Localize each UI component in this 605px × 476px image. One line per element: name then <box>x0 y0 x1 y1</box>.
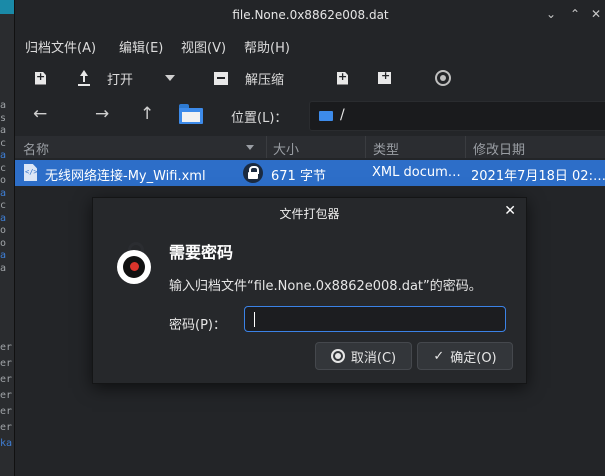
xml-file-icon: </> <box>24 164 37 181</box>
sort-descending-icon[interactable] <box>246 145 254 150</box>
dialog-title: 文件打包器 <box>279 207 340 221</box>
cancel-icon <box>330 349 345 363</box>
column-modified[interactable]: 修改日期 <box>473 139 525 158</box>
menu-view[interactable]: 视图(V) <box>181 37 226 56</box>
window-title: file.None.0x8862e008.dat <box>232 8 389 22</box>
file-size: 671 字节 <box>271 169 326 184</box>
column-type[interactable]: 类型 <box>373 139 399 158</box>
extract-button[interactable]: 解压缩 <box>214 68 284 88</box>
menu-help[interactable]: 帮助(H) <box>244 37 290 56</box>
location-path: / <box>340 107 345 123</box>
menu-edit[interactable]: 编辑(E) <box>119 37 163 56</box>
dialog-close-icon[interactable]: ✕ <box>504 203 516 219</box>
extract-icon <box>214 71 228 85</box>
navigation-bar: ← → ↑ 位置(L)： / <box>15 98 605 132</box>
file-modified: 2021年7月18日 02:… <box>471 169 605 184</box>
menu-archive[interactable]: 归档文件(A) <box>25 37 96 56</box>
maximize-icon[interactable]: ⌃ <box>567 6 583 22</box>
add-file-icon <box>337 71 348 85</box>
dialog-heading: 需要密码 <box>169 243 234 262</box>
cancel-label: 取消(C) <box>350 350 397 366</box>
title-bar[interactable]: file.None.0x8862e008.dat ⌄ ⌃ ✕ <box>15 0 605 30</box>
chevron-down-icon <box>165 75 175 81</box>
forward-arrow-icon[interactable]: → <box>95 104 109 124</box>
add-folder-icon <box>378 69 391 84</box>
ok-label: 确定(O) <box>450 350 497 366</box>
up-arrow-icon[interactable]: ↑ <box>140 104 154 124</box>
back-arrow-icon[interactable]: ← <box>33 104 47 124</box>
open-label: 打开 <box>107 72 134 88</box>
file-name: 无线网络连接-My_Wifi.xml <box>45 169 206 184</box>
menu-bar: 归档文件(A) 编辑(E) 视图(V) 帮助(H) <box>15 33 605 57</box>
location-label: 位置(L)： <box>231 111 288 126</box>
location-field[interactable]: / <box>309 101 605 131</box>
close-icon[interactable]: ✕ <box>588 6 604 22</box>
new-document-icon <box>35 71 46 85</box>
stop-icon <box>435 70 451 86</box>
toolbar: 打开 解压缩 <box>15 62 605 94</box>
file-list-header: 名称 大小 类型 修改日期 <box>15 136 605 158</box>
upload-icon <box>77 70 91 86</box>
dialog-message: 输入归档文件“file.None.0x8862e008.dat”的密码。 <box>169 279 482 294</box>
column-size[interactable]: 大小 <box>273 139 299 158</box>
cancel-button[interactable]: 取消(C) <box>315 342 412 370</box>
password-input[interactable] <box>244 306 506 332</box>
add-folder-button[interactable] <box>378 68 391 88</box>
archive-manager-window: file.None.0x8862e008.dat ⌄ ⌃ ✕ 归档文件(A) 编… <box>14 0 605 476</box>
password-lock-icon <box>117 242 153 284</box>
ok-button[interactable]: ✓ 确定(O) <box>417 342 513 370</box>
stop-button[interactable] <box>435 68 451 88</box>
lock-icon <box>243 163 263 183</box>
text-caret <box>254 312 255 327</box>
folder-icon <box>319 111 333 121</box>
password-dialog: 文件打包器 ✕ 需要密码 输入归档文件“file.None.0x8862e008… <box>92 197 527 384</box>
password-label: 密码(P)： <box>169 318 226 333</box>
column-name[interactable]: 名称 <box>23 139 49 158</box>
new-archive-button[interactable] <box>35 68 46 88</box>
add-files-button[interactable] <box>337 68 348 88</box>
minimize-icon[interactable]: ⌄ <box>543 6 559 22</box>
checkmark-icon: ✓ <box>433 348 445 364</box>
open-button[interactable]: 打开 <box>77 68 133 88</box>
table-row[interactable]: </> 无线网络连接-My_Wifi.xml 671 字节 XML docum…… <box>15 160 605 186</box>
open-dropdown-button[interactable] <box>165 68 175 88</box>
home-folder-icon[interactable] <box>179 104 203 124</box>
file-type: XML docum… <box>372 165 461 180</box>
extract-label: 解压缩 <box>245 72 285 88</box>
